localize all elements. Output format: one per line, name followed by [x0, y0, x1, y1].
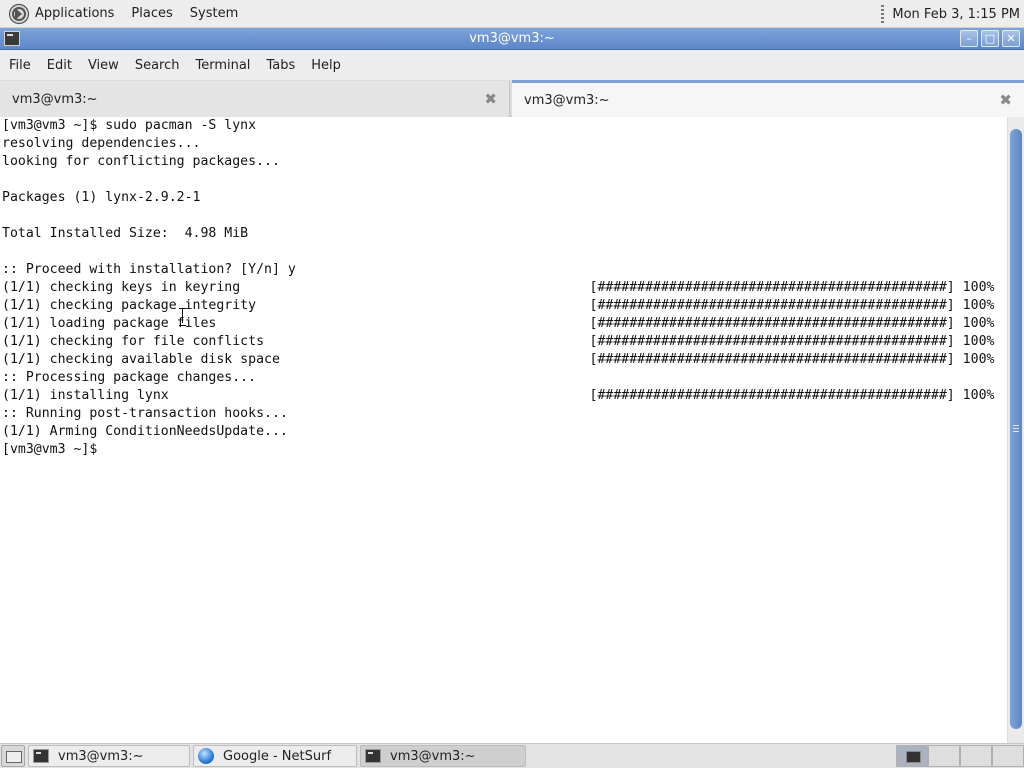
maximize-button[interactable]: □: [981, 30, 999, 47]
tab-terminal-2[interactable]: vm3@vm3:~ ✖: [512, 80, 1024, 117]
top-panel-menu: Applications Places System: [0, 0, 247, 27]
scrollbar-thumb[interactable]: [1010, 129, 1022, 729]
minimize-button[interactable]: –: [960, 30, 978, 47]
applications-menu[interactable]: Applications: [0, 0, 123, 27]
show-desktop-icon[interactable]: [1, 745, 25, 767]
distro-logo-icon: [8, 3, 30, 24]
menu-edit[interactable]: Edit: [39, 58, 80, 73]
tab-label: vm3@vm3:~: [524, 92, 610, 108]
menu-file[interactable]: File: [1, 58, 39, 73]
text-cursor-icon: [179, 308, 186, 326]
window-titlebar[interactable]: vm3@vm3:~ – □ ✕: [0, 28, 1024, 50]
clock[interactable]: Mon Feb 3, 1:15 PM: [892, 7, 1020, 22]
terminal-text[interactable]: [vm3@vm3 ~]$ sudo pacman -S lynx resolvi…: [0, 117, 1007, 459]
terminal-output[interactable]: [vm3@vm3 ~]$ sudo pacman -S lynx resolvi…: [0, 117, 1007, 743]
tab-bar: vm3@vm3:~ ✖ vm3@vm3:~ ✖: [0, 80, 1024, 117]
workspace-4[interactable]: [992, 745, 1024, 767]
top-panel-right: Mon Feb 3, 1:15 PM: [881, 0, 1020, 28]
applications-menu-label: Applications: [35, 6, 115, 21]
taskbar-item-terminal-1[interactable]: vm3@vm3:~: [28, 745, 190, 767]
window-buttons: – □ ✕: [960, 30, 1020, 47]
terminal-icon: [33, 749, 49, 763]
bottom-taskbar: vm3@vm3:~ Google - NetSurf vm3@vm3:~: [0, 743, 1024, 768]
workspace-3[interactable]: [960, 745, 992, 767]
workspace-2[interactable]: [928, 745, 960, 767]
netsurf-globe-icon: [198, 748, 214, 764]
terminal-icon: [365, 749, 381, 763]
tab-label: vm3@vm3:~: [12, 91, 98, 107]
workspace-switcher: [896, 745, 1024, 767]
taskbar-item-label: Google - NetSurf: [223, 748, 332, 764]
close-window-button[interactable]: ✕: [1002, 30, 1020, 47]
terminal-scrollbar[interactable]: [1007, 117, 1024, 743]
window-title: vm3@vm3:~: [469, 31, 555, 46]
places-menu[interactable]: Places: [123, 0, 181, 27]
taskbar-item-netsurf[interactable]: Google - NetSurf: [193, 745, 357, 767]
menu-help[interactable]: Help: [303, 58, 349, 73]
menubar: File Edit View Search Terminal Tabs Help: [0, 50, 1024, 80]
system-menu[interactable]: System: [182, 0, 247, 27]
menu-search[interactable]: Search: [127, 58, 188, 73]
tab-close-icon[interactable]: ✖: [484, 90, 497, 108]
taskbar-item-label: vm3@vm3:~: [390, 748, 476, 764]
panel-drag-handle[interactable]: [881, 5, 885, 23]
menu-view[interactable]: View: [80, 58, 127, 73]
tab-close-icon[interactable]: ✖: [999, 91, 1012, 109]
tab-terminal-1[interactable]: vm3@vm3:~ ✖: [0, 81, 510, 117]
menu-tabs[interactable]: Tabs: [258, 58, 303, 73]
workspace-1[interactable]: [896, 745, 928, 767]
taskbar-item-label: vm3@vm3:~: [58, 748, 144, 764]
top-panel: Applications Places System Mon Feb 3, 1:…: [0, 0, 1024, 28]
menu-terminal[interactable]: Terminal: [187, 58, 258, 73]
taskbar-item-terminal-2[interactable]: vm3@vm3:~: [360, 745, 526, 767]
